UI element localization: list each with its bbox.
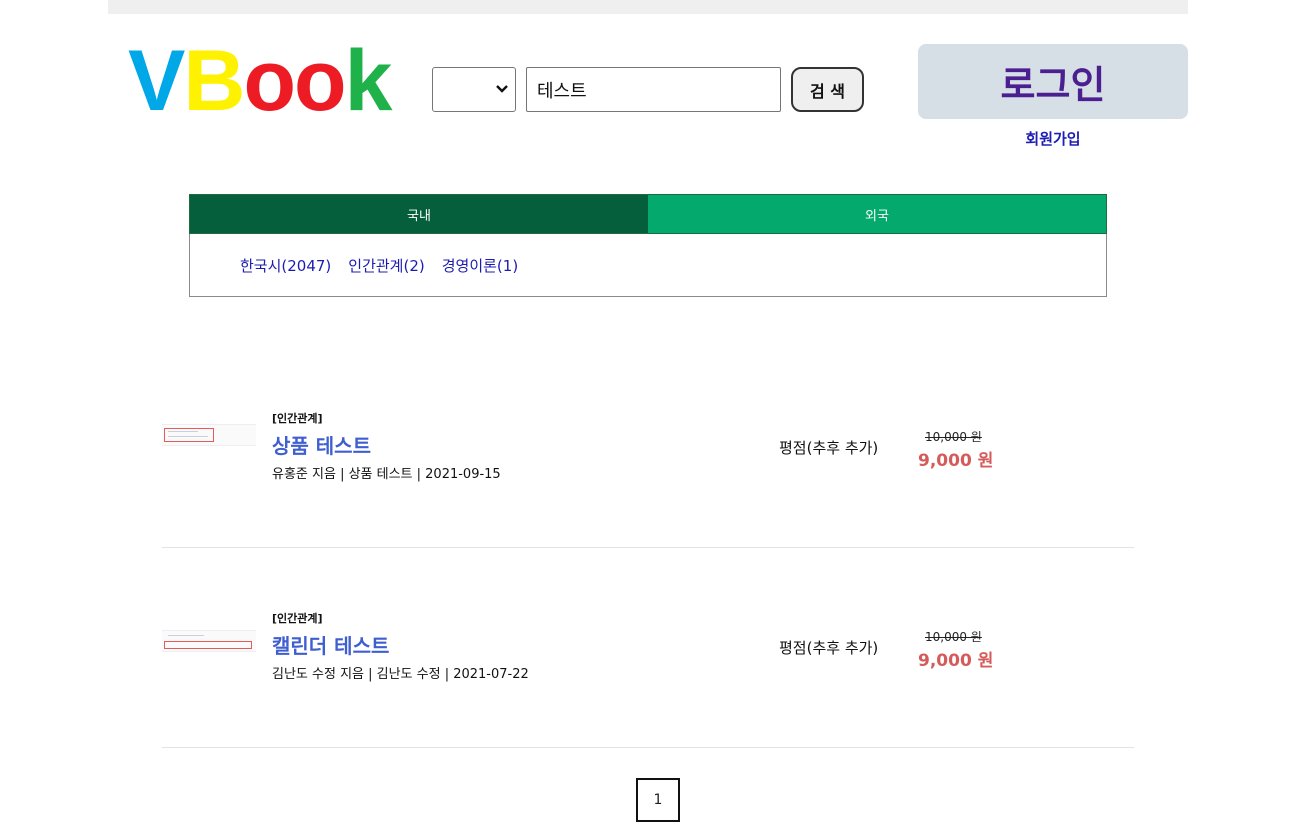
pagination-page-1[interactable]: 1: [636, 778, 680, 822]
product-thumbnail[interactable]: [162, 630, 256, 652]
site-logo[interactable]: VBook: [128, 33, 393, 129]
product-category: [인간관계]: [272, 412, 323, 425]
logo-letter-o2: o: [294, 33, 347, 129]
category-list: 한국시(2047) 인간관계(2) 경영이론(1): [189, 234, 1107, 297]
product-rating: 평점(추후 추가): [779, 439, 879, 457]
product-category: [인간관계]: [272, 612, 323, 625]
login-button[interactable]: 로그인: [918, 44, 1188, 119]
thumbnail-line: [168, 436, 208, 437]
thumbnail-line: [168, 635, 204, 636]
search-category-select[interactable]: [432, 67, 516, 112]
product-rating: 평점(추후 추가): [779, 639, 879, 657]
search-button[interactable]: 검 색: [791, 67, 864, 112]
product-original-price: 10,000 원: [925, 630, 982, 644]
product-original-price: 10,000 원: [925, 430, 982, 444]
region-tabs: 국내 외국: [189, 194, 1107, 234]
product-title-link[interactable]: 상품 테스트: [272, 430, 371, 459]
product-meta: 김난도 수정 지음 | 김난도 수정 | 2021-07-22: [272, 667, 529, 682]
category-link-relationships[interactable]: 인간관계(2): [348, 255, 424, 276]
chevron-down-icon: [496, 85, 508, 93]
product-thumbnail[interactable]: [162, 424, 256, 446]
product-sale-price: 9,000 원: [918, 651, 994, 671]
category-link-korean-poetry[interactable]: 한국시(2047): [240, 255, 331, 276]
thumbnail-highlight: [164, 641, 252, 649]
logo-letter-k: k: [344, 33, 393, 129]
product-sale-price: 9,000 원: [918, 451, 994, 471]
tab-foreign[interactable]: 외국: [648, 195, 1106, 233]
top-strip: [108, 0, 1188, 14]
logo-letter-o1: o: [243, 33, 296, 129]
product-item: [인간관계] 캘린더 테스트 김난도 수정 지음 | 김난도 수정 | 2021…: [162, 548, 1134, 748]
search-input[interactable]: [526, 67, 781, 112]
category-link-management[interactable]: 경영이론(1): [442, 255, 518, 276]
tab-domestic[interactable]: 국내: [190, 195, 648, 233]
product-title-link[interactable]: 캘린더 테스트: [272, 630, 389, 659]
logo-letter-v: V: [128, 33, 185, 129]
thumbnail-line: [168, 431, 198, 432]
product-item: [인간관계] 상품 테스트 유홍준 지음 | 상품 테스트 | 2021-09-…: [162, 348, 1134, 548]
signup-link[interactable]: 회원가입: [918, 128, 1188, 149]
product-meta: 유홍준 지음 | 상품 테스트 | 2021-09-15: [272, 467, 501, 482]
logo-letter-b: B: [183, 33, 245, 129]
